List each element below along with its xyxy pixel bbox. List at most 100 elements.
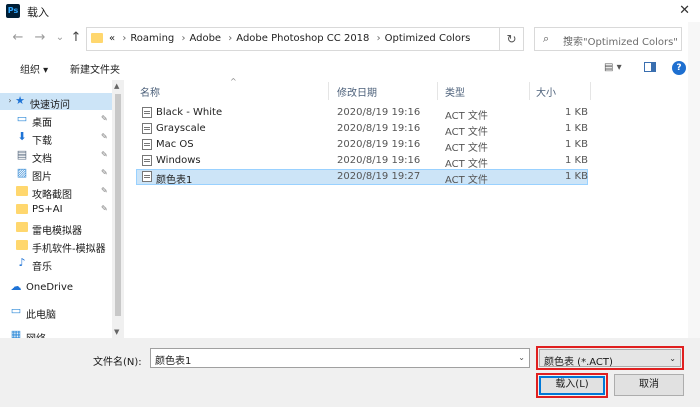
column-divider[interactable]	[328, 82, 329, 100]
sidebar-item-documents[interactable]: ▤ 文档 ✎	[0, 147, 112, 166]
search-icon: ⌕	[543, 32, 550, 45]
pin-icon: ✎	[101, 186, 108, 195]
file-name: 颜色表1	[156, 175, 193, 186]
pin-icon: ✎	[101, 114, 108, 123]
up-arrow-icon[interactable]: ↑	[68, 30, 84, 46]
organize-menu[interactable]: 组织 ▾	[20, 61, 48, 76]
filetype-value: 颜色表 (*.ACT)	[544, 357, 613, 368]
sidebar-item-quick-access[interactable]: › ★ 快速访问	[0, 93, 112, 111]
file-list: ^ 名称 修改日期 类型 大小 Black - White 2020/8/19 …	[132, 77, 592, 338]
music-icon: ♪	[18, 256, 26, 269]
breadcrumb-item-photoshop[interactable]: Adobe Photoshop CC 2018	[236, 33, 369, 44]
filename-input[interactable]: 颜色表1 ⌄	[150, 348, 530, 368]
file-size: 1 KB	[565, 171, 588, 182]
sidebar-item-music[interactable]: ♪ 音乐	[0, 255, 112, 274]
column-header-date[interactable]: 修改日期	[337, 84, 377, 99]
pin-icon: ✎	[101, 132, 108, 141]
filename-label: 文件名(N):	[93, 357, 142, 368]
close-icon[interactable]: ✕	[679, 3, 690, 18]
file-row[interactable]: Mac OS 2020/8/19 19:16 ACT 文件 1 KB	[136, 137, 588, 154]
sidebar-item-network[interactable]: ▦ 网络	[0, 327, 112, 339]
sidebar-item-onedrive[interactable]: ☁ OneDrive	[0, 279, 112, 296]
file-row-selected[interactable]: 颜色表1 2020/8/19 19:27 ACT 文件 1 KB	[136, 169, 588, 186]
navigation-pane: › ★ 快速访问 ▭ 桌面 ✎ ⬇ 下载 ✎ ▤ 文档 ✎ ▨ 图片 ✎ 攻略截…	[0, 80, 124, 338]
recent-locations-chevron-icon[interactable]: ⌄	[52, 30, 68, 46]
filetype-select[interactable]: 颜色表 (*.ACT) ⌄	[536, 346, 684, 370]
pin-icon: ✎	[101, 204, 108, 213]
toolbar: 组织 ▾ 新建文件夹 ▤ ▾ ?	[0, 57, 700, 79]
file-name: Grayscale	[156, 123, 206, 134]
preview-pane-icon[interactable]	[644, 62, 656, 72]
title-bar: Ps 载入 ✕	[0, 0, 700, 22]
breadcrumb-item-adobe[interactable]: Adobe	[189, 33, 221, 44]
file-type: ACT 文件	[445, 143, 488, 154]
column-header-type[interactable]: 类型	[445, 84, 465, 99]
sidebar-item-label: 攻略截图	[32, 190, 72, 201]
file-row[interactable]: Grayscale 2020/8/19 19:16 ACT 文件 1 KB	[136, 121, 588, 138]
breadcrumb-item-optimized-colors[interactable]: Optimized Colors	[385, 33, 471, 44]
load-button-highlight: 载入(L)	[536, 373, 608, 398]
search-box[interactable]: ⌕ 搜索"Optimized Colors"	[534, 27, 682, 51]
file-name: Mac OS	[156, 139, 194, 150]
act-file-icon	[142, 123, 152, 134]
new-folder-button[interactable]: 新建文件夹	[70, 61, 120, 76]
cancel-button[interactable]: 取消	[614, 374, 684, 396]
computer-icon: ▭	[10, 304, 22, 317]
load-button[interactable]: 载入(L)	[539, 376, 605, 395]
sidebar-item-label: 手机软件-模拟器	[32, 244, 106, 255]
sidebar-item-label: 音乐	[32, 262, 52, 273]
file-date: 2020/8/19 19:16	[337, 139, 421, 150]
star-icon: ★	[15, 94, 25, 107]
column-divider[interactable]	[529, 82, 530, 100]
file-open-dialog: Ps 载入 ✕ ← → ⌄ ↑ « › Roaming › Adobe › Adobe…	[0, 0, 700, 407]
sidebar-item-label: OneDrive	[26, 282, 74, 293]
file-row[interactable]: Black - White 2020/8/19 19:16 ACT 文件 1 K…	[136, 105, 588, 122]
file-row[interactable]: Windows 2020/8/19 19:16 ACT 文件 1 KB	[136, 153, 588, 170]
help-icon[interactable]: ?	[672, 61, 686, 75]
file-name: Black - White	[156, 107, 223, 118]
file-type: ACT 文件	[445, 175, 488, 186]
act-file-icon	[142, 139, 152, 150]
breadcrumb-overflow-icon[interactable]: «	[109, 33, 115, 44]
refresh-icon[interactable]: ↻	[500, 27, 524, 51]
column-header-name[interactable]: 名称	[140, 84, 160, 99]
folder-icon	[16, 204, 28, 214]
chevron-down-icon[interactable]: ⌄	[518, 353, 525, 362]
sidebar-item-mobile-software[interactable]: 手机软件-模拟器	[0, 237, 112, 255]
sidebar-item-label: 此电脑	[26, 310, 56, 321]
column-divider[interactable]	[437, 82, 438, 100]
sidebar-item-desktop[interactable]: ▭ 桌面 ✎	[0, 111, 112, 130]
file-size: 1 KB	[565, 123, 588, 134]
sidebar-item-emulator[interactable]: 雷电模拟器	[0, 219, 112, 237]
sidebar-item-label: 网络	[26, 330, 46, 338]
scroll-up-icon[interactable]: ▲	[114, 82, 119, 90]
folder-icon	[91, 33, 103, 43]
column-divider[interactable]	[590, 82, 591, 100]
forward-arrow-icon[interactable]: →	[32, 30, 48, 46]
navigation-scrollbar[interactable]: ▲ ▼	[112, 80, 124, 338]
scrollbar-thumb[interactable]	[115, 94, 121, 316]
sort-indicator-icon: ^	[230, 77, 237, 86]
back-arrow-icon[interactable]: ←	[10, 30, 26, 46]
file-date: 2020/8/19 19:16	[337, 155, 421, 166]
column-header-size[interactable]: 大小	[536, 84, 556, 99]
view-options-icon[interactable]: ▤ ▾	[604, 62, 622, 73]
window-title: 载入	[27, 6, 49, 19]
search-placeholder: 搜索"Optimized Colors"	[563, 37, 678, 48]
scroll-down-icon[interactable]: ▼	[114, 328, 119, 336]
sidebar-item-label: 文档	[32, 154, 52, 165]
document-icon: ▤	[16, 148, 28, 161]
sidebar-item-downloads[interactable]: ⬇ 下载 ✎	[0, 129, 112, 148]
act-file-icon	[142, 107, 152, 118]
sidebar-item-strategy-screenshots[interactable]: 攻略截图 ✎	[0, 183, 112, 201]
breadcrumb-item-roaming[interactable]: Roaming	[130, 33, 174, 44]
filename-value: 颜色表1	[155, 356, 192, 367]
address-bar[interactable]: « › Roaming › Adobe › Adobe Photoshop CC 20…	[86, 27, 571, 51]
file-type: ACT 文件	[445, 127, 488, 138]
file-size: 1 KB	[565, 107, 588, 118]
sidebar-item-this-pc[interactable]: ▭ 此电脑	[0, 303, 112, 322]
sidebar-item-pictures[interactable]: ▨ 图片 ✎	[0, 165, 112, 184]
sidebar-item-label: 图片	[32, 172, 52, 183]
sidebar-item-ps-ai[interactable]: PS+AI ✎	[0, 201, 112, 218]
file-date: 2020/8/19 19:16	[337, 123, 421, 134]
